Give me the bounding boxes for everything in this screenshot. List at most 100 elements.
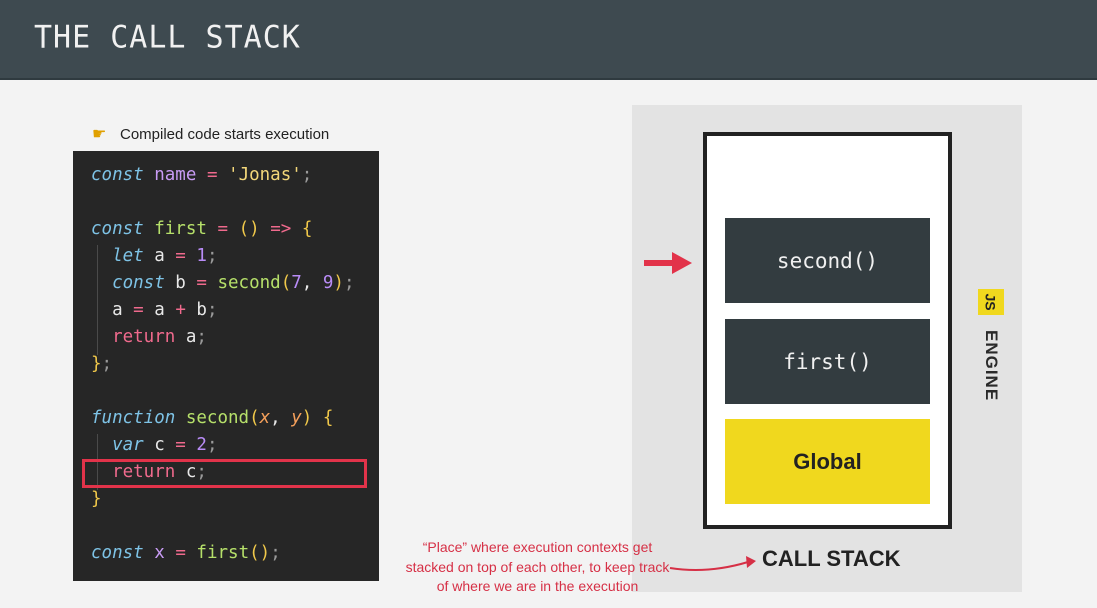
code-token: x [259,408,271,428]
engine-label: ENGINE [982,330,1001,402]
pointing-hand-icon: ☛ [92,126,107,143]
code-line: function second(x, y) { [91,408,333,428]
code-token: ( [280,273,292,293]
call-stack-description: “Place” where execution contexts get sta… [405,539,670,594]
stack-frame-global: Global [725,419,930,504]
code-token: = [217,219,229,239]
code-token: const [91,165,144,185]
code-token: b [164,273,197,293]
current-frame-arrow-icon [644,252,692,274]
code-token: ; [101,354,113,374]
code-token: const [112,273,165,293]
note-arrow-icon [669,556,756,571]
code-panel: const name = 'Jonas'; const first = () =>… [73,151,379,581]
code-token: a [143,246,176,266]
code-line: return a; [91,327,207,347]
code-line: a = a + b; [91,300,217,320]
call-stack-label: CALL STACK [762,546,901,571]
code-token: second [185,408,250,428]
code-token: return [112,327,176,347]
code-token: ; [270,543,281,563]
code-token: , [270,408,292,428]
code-token: } [91,489,102,509]
code-token: { [301,219,313,239]
code-line: const b = second(7, 9); [91,273,355,293]
code-token: = [175,543,186,563]
js-logo-icon: JS [978,289,1004,315]
code-token: ; [206,435,218,455]
code-token: = [133,300,144,320]
code-token: 2 [196,435,207,455]
code-line: }; [91,354,112,374]
code-token: = [175,246,186,266]
code-token: const [91,219,144,239]
code-token: name [154,165,197,185]
code-token: ) [333,273,344,293]
code-line: const name = 'Jonas'; [91,165,312,185]
code-token: } [91,354,102,374]
code-token: + [175,300,186,320]
code-token: { [322,408,334,428]
stack-frame-first: first() [725,319,930,404]
code-token: () [249,543,271,563]
js-badge-text: JS [983,293,999,311]
code-token: first [196,543,250,563]
code-token: 1 [196,246,207,266]
hint-text: Compiled code starts execution [120,125,330,143]
code-token: b [185,300,207,320]
code-token: = [206,165,218,185]
slide-title: THE CALL STACK [34,19,301,56]
code-token: ) [301,408,313,428]
code-token: 'Jonas' [228,165,302,185]
code-token: ; [206,300,218,320]
code-token: ; [196,327,207,347]
stack-frame-second: second() [725,218,930,303]
code-token: const [91,543,144,563]
code-token: () [238,219,260,239]
code-token: c [143,435,176,455]
code-token: a [175,327,197,347]
code-token: var [112,435,144,455]
code-token: , [301,273,323,293]
code-line: const x = first(); [91,543,281,563]
code-token: a [143,300,176,320]
code-token: second [217,273,281,293]
code-line: var c = 2; [91,435,217,455]
code-token: y [291,408,302,428]
code-token: = [196,273,207,293]
code-token: 7 [291,273,302,293]
code-token: x [154,543,165,563]
code-token: let [112,246,144,266]
current-line-highlight [82,459,367,488]
code-token: a [91,300,134,320]
code-line: } [91,489,102,509]
code-token: => [270,219,292,239]
code-token: first [154,219,207,239]
code-line: const first = () => { [91,219,312,239]
execution-hint: ☛ Compiled code starts execution [92,124,329,144]
code-token: function [91,408,176,428]
code-token: ( [249,408,260,428]
code-token: ; [343,273,355,293]
code-token: ; [206,246,218,266]
slide-header: THE CALL STACK [0,0,1097,80]
